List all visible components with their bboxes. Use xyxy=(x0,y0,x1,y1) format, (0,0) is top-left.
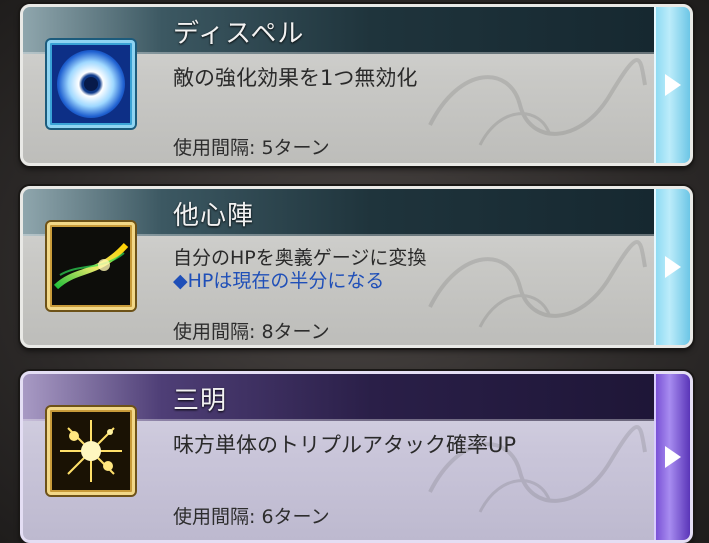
skill-cooldown: 使用間隔: 6ターン xyxy=(173,506,330,528)
play-arrow-icon xyxy=(665,446,681,468)
skill-description-block: 自分のHPを奥義ゲージに変換 ◆HPは現在の半分になる xyxy=(173,247,426,293)
skill-icon-frame xyxy=(47,40,135,128)
skill-detail-button[interactable] xyxy=(654,374,690,540)
skill-card-sanmyou[interactable]: 三明 味方単体のトリプルアタック確率UP 使用間隔: 6ターン xyxy=(20,371,693,543)
skill-card-tashinjin[interactable]: 他心陣 自分のHPを奥義ゲージに変換 ◆HPは現在の半分になる 使用間隔: 8タ… xyxy=(20,186,693,348)
skill-cooldown: 使用間隔: 8ターン xyxy=(173,321,330,343)
skill-card-dispel[interactable]: ディスペル 敵の強化効果を1つ無効化 使用間隔: 5ターン xyxy=(20,4,693,166)
skill-cooldown: 使用間隔: 5ターン xyxy=(173,137,330,159)
skill-icon-frame xyxy=(47,407,135,495)
skill-description: 自分のHPを奥義ゲージに変換 xyxy=(173,247,427,269)
skill-name: 他心陣 xyxy=(173,201,255,231)
skill-description: 味方単体のトリプルアタック確率UP xyxy=(173,433,517,457)
dispel-orb-icon xyxy=(52,45,130,123)
skill-name: ディスペル xyxy=(173,19,305,49)
ornament-swirl xyxy=(428,240,647,328)
ornament-swirl xyxy=(428,58,647,146)
skill-icon-frame xyxy=(47,222,135,310)
green-yellow-streak-icon xyxy=(52,227,130,305)
skill-note: ◆HPは現在の半分になる xyxy=(173,270,385,292)
skill-description: 敵の強化効果を1つ無効化 xyxy=(173,66,418,90)
skill-name: 三明 xyxy=(173,386,228,416)
golden-sparkle-icon xyxy=(52,412,130,490)
skill-detail-button[interactable] xyxy=(654,7,690,163)
play-arrow-icon xyxy=(665,256,681,278)
skill-detail-button[interactable] xyxy=(654,189,690,345)
play-arrow-icon xyxy=(665,74,681,96)
ornament-swirl xyxy=(428,425,647,513)
